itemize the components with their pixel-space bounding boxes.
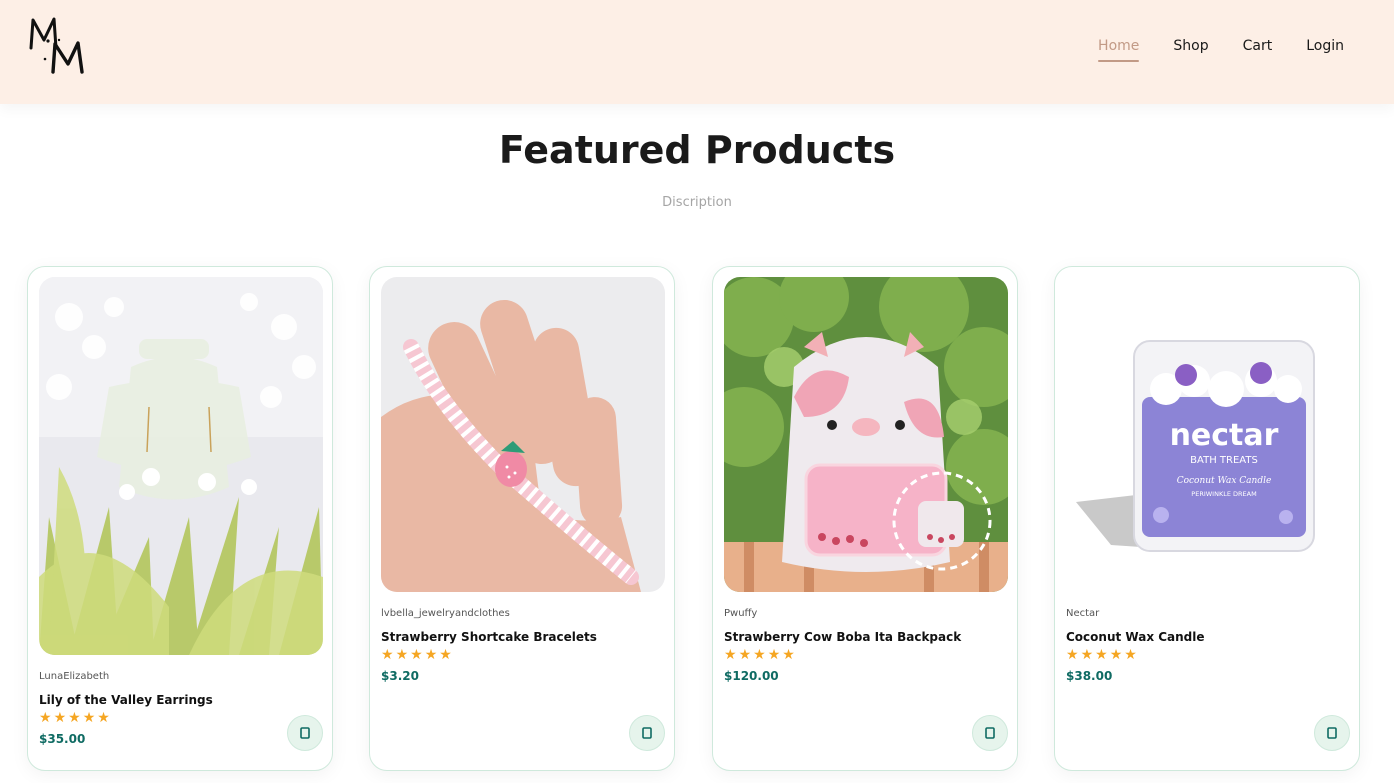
product-rating: ★ ★ ★ ★ ★ — [39, 711, 213, 726]
product-brand: lvbella_jewelryandclothes — [381, 608, 510, 619]
product-price: $3.20 — [381, 669, 419, 683]
add-to-cart-button[interactable] — [1314, 715, 1350, 751]
product-rating: ★ ★ ★ ★ ★ — [724, 648, 961, 663]
section-title: Featured Products — [498, 128, 896, 172]
product-card[interactable]: Pwuffy Strawberry Cow Boba Ita Backpack … — [712, 266, 1018, 771]
nav-home[interactable]: Home — [1098, 38, 1140, 62]
product-name[interactable]: Lily of the Valley Earrings — [39, 693, 213, 707]
logo[interactable] — [26, 14, 92, 76]
product-card[interactable]: nectar BATH TREATS Coconut Wax Candle PE… — [1054, 266, 1360, 771]
nav-login[interactable]: Login — [1306, 38, 1344, 60]
add-to-cart-button[interactable] — [972, 715, 1008, 751]
star-icon: ★ — [1080, 647, 1094, 663]
star-icon: ★ — [82, 710, 96, 726]
star-icon: ★ — [68, 710, 81, 726]
nav-shop[interactable]: Shop — [1173, 38, 1208, 60]
star-icon: ★ — [395, 647, 409, 663]
star-icon: ★ — [424, 647, 438, 663]
add-to-cart-button[interactable] — [287, 715, 323, 751]
star-icon: ★ — [1109, 647, 1123, 663]
star-icon: ★ — [439, 647, 452, 663]
section-subtitle: Discription — [662, 195, 732, 210]
site-header: Home Shop Cart Login — [0, 0, 1394, 104]
product-price: $120.00 — [724, 669, 779, 683]
product-brand: Pwuffy — [724, 608, 758, 619]
product-image[interactable] — [39, 277, 323, 655]
candle-photo: nectar BATH TREATS Coconut Wax Candle PE… — [1066, 277, 1350, 592]
candle-line2-text: PERIWINKLE DREAM — [1191, 490, 1256, 498]
star-icon: ★ — [381, 647, 394, 663]
candle-line1-text: Coconut Wax Candle — [1177, 476, 1272, 486]
star-icon: ★ — [1066, 647, 1079, 663]
star-icon: ★ — [39, 710, 52, 726]
star-icon: ★ — [782, 647, 795, 663]
candle-sub-text: BATH TREATS — [1190, 455, 1258, 466]
phone-icon — [985, 727, 995, 739]
product-image[interactable] — [724, 277, 1008, 592]
product-info: Pwuffy Strawberry Cow Boba Ita Backpack … — [724, 608, 961, 683]
product-name[interactable]: Strawberry Shortcake Bracelets — [381, 630, 597, 644]
star-icon: ★ — [753, 647, 766, 663]
main-nav: Home Shop Cart Login — [1098, 38, 1344, 62]
product-image[interactable] — [381, 277, 665, 592]
phone-icon — [642, 727, 652, 739]
product-info: lvbella_jewelryandclothes Strawberry Sho… — [381, 608, 597, 683]
backpack-photo — [724, 277, 1008, 592]
add-to-cart-button[interactable] — [629, 715, 665, 751]
star-icon: ★ — [1095, 647, 1108, 663]
star-icon: ★ — [53, 710, 67, 726]
product-info: LunaElizabeth Lily of the Valley Earring… — [39, 671, 213, 746]
bracelet-photo — [381, 277, 665, 592]
star-icon: ★ — [767, 647, 781, 663]
product-brand: Nectar — [1066, 608, 1100, 619]
nav-cart[interactable]: Cart — [1243, 38, 1273, 60]
phone-icon — [1327, 727, 1337, 739]
product-name[interactable]: Strawberry Cow Boba Ita Backpack — [724, 630, 961, 644]
candle-brand-text: nectar — [1170, 418, 1279, 453]
star-icon: ★ — [1124, 647, 1137, 663]
product-image[interactable]: nectar BATH TREATS Coconut Wax Candle PE… — [1066, 277, 1350, 592]
product-card[interactable]: lvbella_jewelryandclothes Strawberry Sho… — [369, 266, 675, 771]
phone-icon — [300, 727, 310, 739]
star-icon: ★ — [97, 710, 110, 726]
product-price: $38.00 — [1066, 669, 1113, 683]
star-icon: ★ — [724, 647, 737, 663]
earrings-photo — [39, 277, 323, 655]
product-card[interactable]: LunaElizabeth Lily of the Valley Earring… — [27, 266, 333, 771]
star-icon: ★ — [738, 647, 752, 663]
product-rating: ★ ★ ★ ★ ★ — [381, 648, 597, 663]
logo-mark-icon — [29, 17, 84, 74]
product-rating: ★ ★ ★ ★ ★ — [1066, 648, 1205, 663]
product-brand: LunaElizabeth — [39, 671, 110, 682]
product-name[interactable]: Coconut Wax Candle — [1066, 630, 1205, 644]
product-price: $35.00 — [39, 732, 86, 746]
product-info: Nectar Coconut Wax Candle ★ ★ ★ ★ ★ $38.00 — [1066, 608, 1205, 683]
star-icon: ★ — [410, 647, 423, 663]
